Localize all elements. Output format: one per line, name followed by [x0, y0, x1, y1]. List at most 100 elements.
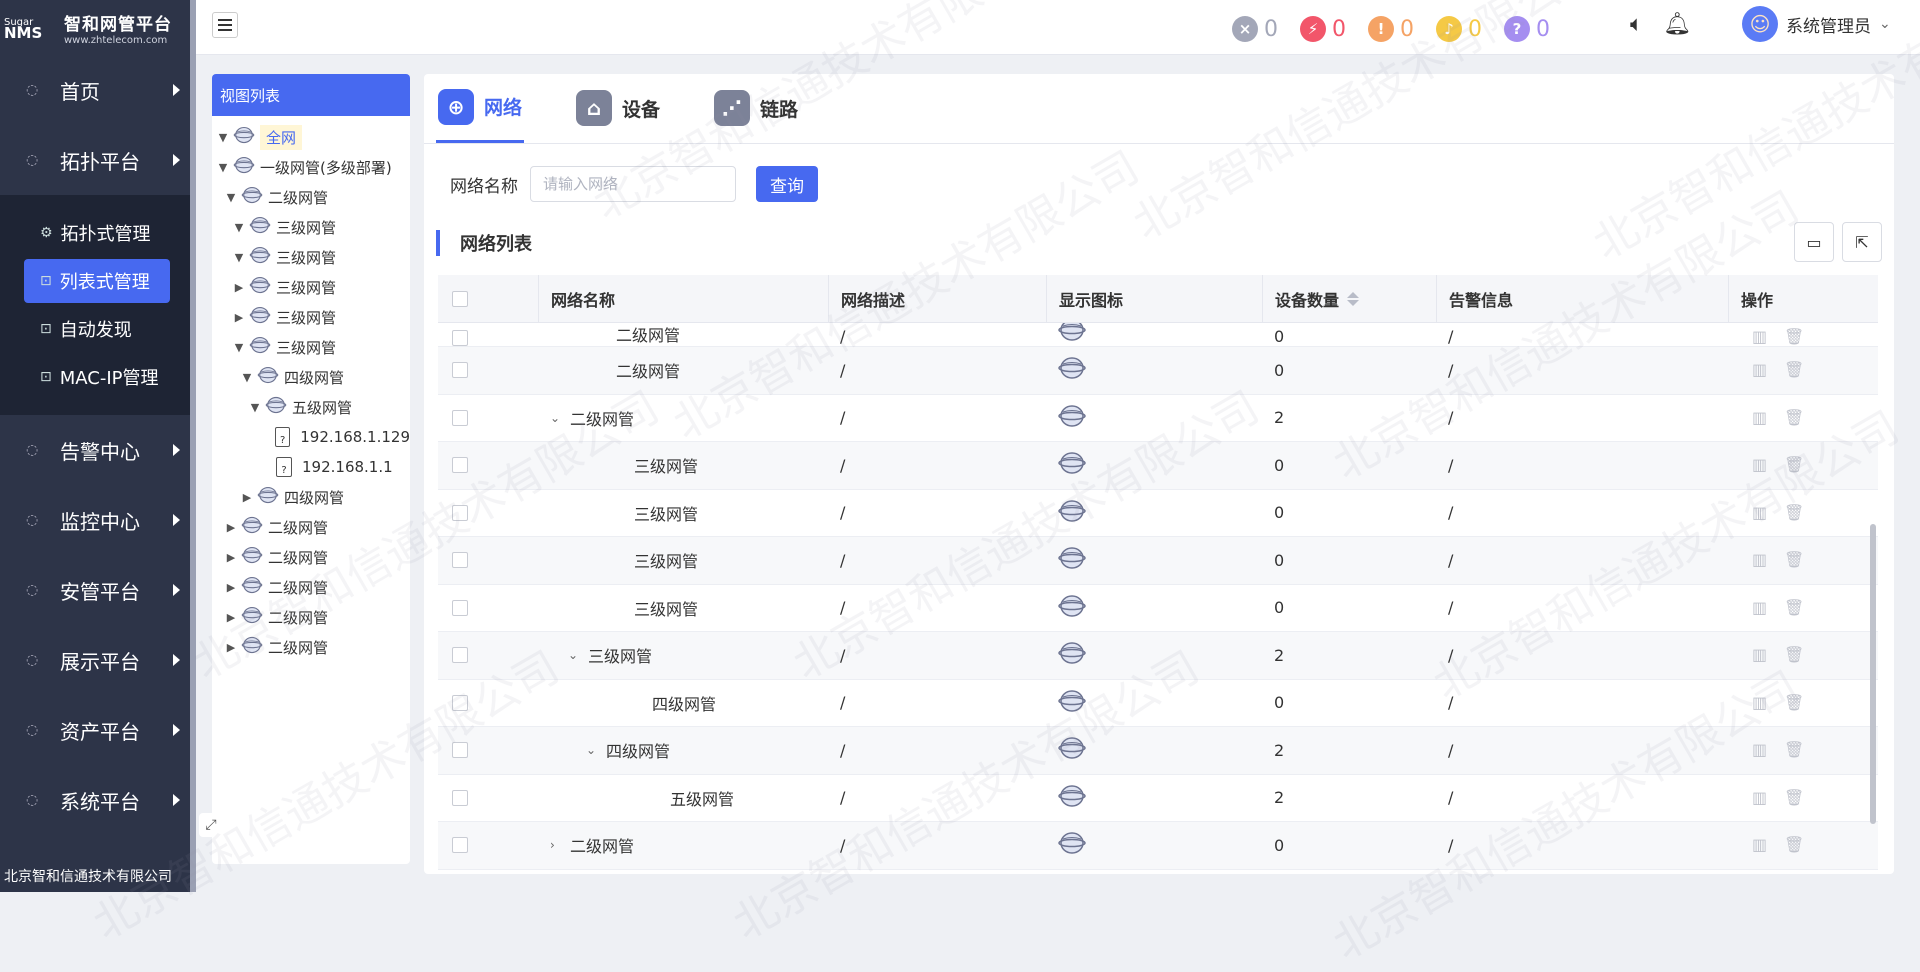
caret-right-icon[interactable]: ▶ [240, 491, 254, 504]
submenu-item-0[interactable]: ⚙ 拓扑式管理 [0, 211, 190, 255]
tree-node[interactable]: ? 192.168.1.129 [212, 422, 410, 452]
chart-icon[interactable]: ▥ [1752, 646, 1770, 664]
chart-icon[interactable]: ▥ [1752, 551, 1770, 569]
submenu-item-2[interactable]: ⊡ 自动发现 [0, 307, 190, 351]
row-checkbox[interactable] [452, 789, 468, 806]
tree-node[interactable]: ▶ 二级网管 [212, 572, 410, 602]
col-count[interactable]: 设备数量 [1262, 275, 1436, 322]
table-scrollbar[interactable] [1870, 324, 1878, 870]
table-row[interactable]: ⌄ 二级网管 / 2 / ▥ 🗑︎ [438, 395, 1878, 442]
tree-node[interactable]: ▼ 三级网管 [212, 242, 410, 272]
tree-node[interactable]: ▶ 二级网管 [212, 602, 410, 632]
delete-icon[interactable]: 🗑︎ [1784, 551, 1804, 569]
delete-icon[interactable]: 🗑︎ [1784, 741, 1804, 759]
alarm-minor[interactable]: ♪ 0 [1436, 16, 1482, 42]
delete-icon[interactable]: 🗑︎ [1784, 503, 1804, 522]
row-checkbox[interactable] [452, 694, 468, 711]
tree-node[interactable]: ▼ 一级网管(多级部署) [212, 152, 410, 182]
sidebar-item-items23[interactable]: ◌ 展示平台 [0, 625, 190, 695]
column-settings-button[interactable]: ▭ [1794, 222, 1834, 262]
delete-icon[interactable]: 🗑︎ [1784, 328, 1804, 346]
caret-down-icon[interactable]: ▼ [216, 161, 230, 174]
caret-down-icon[interactable]: ▼ [216, 131, 230, 144]
bell-icon[interactable]: 🔔︎ [1663, 12, 1691, 37]
delete-icon[interactable]: 🗑︎ [1784, 693, 1804, 712]
tree-node[interactable]: ▼ 三级网管 [212, 332, 410, 362]
tree-node[interactable]: ▼ 三级网管 [212, 212, 410, 242]
tab-2[interactable]: ⋰ 链路 [712, 73, 800, 143]
caret-right-icon[interactable]: ▶ [224, 581, 238, 594]
chart-icon[interactable]: ▥ [1752, 361, 1770, 379]
sidebar-item-items20[interactable]: ◌ 告警中心 [0, 415, 190, 485]
delete-icon[interactable]: 🗑︎ [1784, 408, 1804, 427]
user-menu[interactable]: ☺ 系统管理员 ⌄ [1742, 6, 1891, 42]
network-search-input[interactable] [530, 166, 736, 202]
table-row[interactable]: 三级网管 / 0 / ▥ 🗑︎ [438, 442, 1878, 490]
tree-node[interactable]: ▶ 二级网管 [212, 512, 410, 542]
table-row[interactable]: 三级网管 / 0 / ▥ 🗑︎ [438, 537, 1878, 585]
chart-icon[interactable]: ▥ [1752, 836, 1770, 854]
row-checkbox[interactable] [452, 599, 468, 616]
tree-node[interactable]: ▼ 全网 [212, 122, 410, 152]
caret-down-icon[interactable]: ▼ [232, 251, 246, 264]
fullscreen-icon[interactable]: ⤢ [199, 813, 223, 837]
tree-node[interactable]: ▶ 二级网管 [212, 632, 410, 662]
caret-right-icon[interactable]: ▶ [224, 551, 238, 564]
tree-node[interactable]: ▶ 三级网管 [212, 272, 410, 302]
sidebar-item-items24[interactable]: ◌ 资产平台 [0, 695, 190, 765]
chart-icon[interactable]: ▥ [1752, 503, 1770, 522]
table-row[interactable]: ⌄ 三级网管 / 2 / ▥ 🗑︎ [438, 632, 1878, 680]
table-row[interactable]: 三级网管 / 0 / ▥ 🗑︎ [438, 490, 1878, 537]
delete-icon[interactable]: 🗑︎ [1784, 456, 1804, 474]
chart-icon[interactable]: ▥ [1752, 456, 1770, 474]
caret-down-icon[interactable]: ▼ [240, 371, 254, 384]
sidebar-item-items22[interactable]: ◌ 安管平台 [0, 555, 190, 625]
caret-right-icon[interactable]: ▶ [232, 281, 246, 294]
caret-right-icon[interactable]: ▶ [224, 611, 238, 624]
chart-icon[interactable]: ▥ [1752, 408, 1770, 427]
chevron-down-icon[interactable]: ⌄ [550, 411, 570, 425]
chart-icon[interactable]: ▥ [1752, 598, 1770, 617]
table-row[interactable]: › 二级网管 / 0 / ▥ 🗑︎ [438, 822, 1878, 870]
tree-node[interactable]: ? 192.168.1.1 [212, 452, 410, 482]
sort-icon[interactable] [1347, 291, 1360, 306]
alarm-critical[interactable]: ⚡ 0 [1300, 16, 1346, 42]
table-row[interactable]: 五级网管 / 2 / ▥ 🗑︎ [438, 775, 1878, 822]
row-checkbox[interactable] [452, 504, 468, 521]
submenu-item-3[interactable]: ⊡ MAC-IP管理 [0, 355, 190, 399]
chart-icon[interactable]: ▥ [1752, 741, 1770, 759]
export-button[interactable]: ⇱ [1842, 222, 1882, 262]
menu-toggle-icon[interactable] [212, 12, 238, 38]
alarm-cleared[interactable]: × 0 [1232, 16, 1278, 42]
chevron-down-icon[interactable]: ⌄ [568, 648, 588, 662]
tab-0[interactable]: ⊕ 网络 [436, 73, 525, 143]
row-checkbox[interactable] [452, 552, 468, 569]
alarm-unknown[interactable]: ? 0 [1504, 16, 1550, 42]
chart-icon[interactable]: ▥ [1752, 328, 1770, 346]
row-checkbox[interactable] [452, 330, 468, 346]
tree-node[interactable]: ▶ 四级网管 [212, 482, 410, 512]
speaker-icon[interactable]: 🔈︎ [1630, 12, 1643, 37]
caret-down-icon[interactable]: ▼ [232, 221, 246, 234]
tree-node[interactable]: ▼ 四级网管 [212, 362, 410, 392]
sidebar-item-items21[interactable]: ◌ 监控中心 [0, 485, 190, 555]
row-checkbox[interactable] [452, 742, 468, 759]
query-button[interactable]: 查询 [756, 166, 818, 202]
sidebar-item-items25[interactable]: ◌ 系统平台 [0, 765, 190, 835]
tab-1[interactable]: ⌂ 设备 [574, 73, 662, 143]
table-row[interactable]: 三级网管 / 0 / ▥ 🗑︎ [438, 585, 1878, 632]
delete-icon[interactable]: 🗑︎ [1784, 788, 1804, 807]
delete-icon[interactable]: 🗑︎ [1784, 836, 1804, 854]
row-checkbox[interactable] [452, 362, 468, 379]
tree-node[interactable]: ▼ 五级网管 [212, 392, 410, 422]
scrollbar-thumb[interactable] [1870, 524, 1876, 824]
caret-right-icon[interactable]: ▶ [224, 521, 238, 534]
caret-right-icon[interactable]: ▶ [232, 311, 246, 324]
table-row[interactable]: 二级网管 / 0 / ▥ 🗑︎ [438, 323, 1878, 347]
caret-right-icon[interactable]: ▶ [224, 641, 238, 654]
chevron-down-icon[interactable]: ⌄ [586, 743, 606, 757]
delete-icon[interactable]: 🗑︎ [1784, 361, 1804, 379]
table-row[interactable]: 四级网管 / 0 / ▥ 🗑︎ [438, 680, 1878, 727]
caret-down-icon[interactable]: ▼ [224, 191, 238, 204]
sidebar-item-items1[interactable]: ◌ 拓扑平台 [0, 125, 190, 195]
